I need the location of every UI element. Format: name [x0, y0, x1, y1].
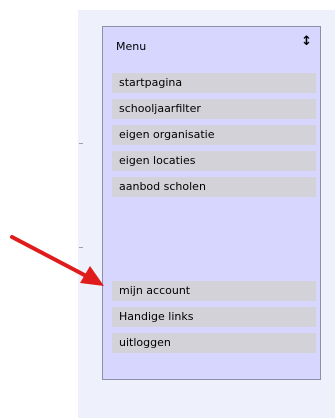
page: Menu ↕ startpagina schooljaarfilter eige…	[0, 0, 335, 418]
red-arrow-icon	[10, 235, 104, 286]
